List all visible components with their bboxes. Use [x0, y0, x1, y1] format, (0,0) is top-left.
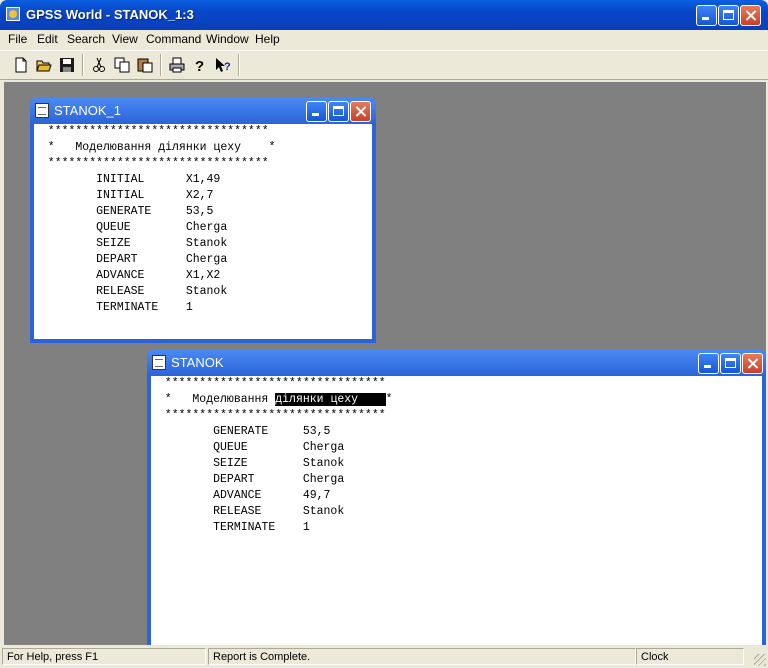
status-help-text: For Help, press F1: [2, 648, 206, 665]
status-clock: Clock: [636, 648, 744, 665]
code-text-segment: *: [385, 393, 393, 406]
code-line: TERMINATE 1: [151, 521, 310, 534]
close-button[interactable]: [742, 353, 763, 374]
code-line: TERMINATE 1: [34, 301, 193, 314]
window-title: STANOK_1: [54, 103, 121, 118]
open-icon: [36, 60, 52, 72]
code-line: ********************************: [151, 377, 386, 390]
code-editor[interactable]: ******************************** * Модел…: [34, 124, 372, 339]
toolbar-separator: [160, 54, 162, 76]
menu-command[interactable]: Command: [146, 32, 201, 46]
help-icon: ?: [195, 58, 204, 73]
window-stanok[interactable]: STANOK ******************************** …: [147, 350, 766, 645]
copy-icon: [114, 57, 130, 73]
code-line: SEIZE Stanok: [34, 237, 228, 250]
code-line: ********************************: [151, 409, 386, 422]
close-button[interactable]: [740, 5, 761, 26]
menu-window[interactable]: Window: [206, 32, 249, 46]
maximize-icon: [719, 6, 738, 25]
menu-bar: File Edit Search View Command Window Hel…: [0, 30, 768, 50]
code-line: INITIAL X1,49: [34, 173, 221, 186]
menu-view[interactable]: View: [112, 32, 138, 46]
maximize-icon: [329, 102, 348, 121]
paste-icon: [137, 58, 153, 73]
new-button[interactable]: [10, 54, 32, 76]
save-icon: [60, 58, 74, 72]
close-icon: [743, 354, 762, 373]
code-line: GENERATE 53,5: [151, 425, 331, 438]
code-line: GENERATE 53,5: [34, 205, 214, 218]
menu-search[interactable]: Search: [67, 32, 105, 46]
code-line: QUEUE Cherga: [151, 441, 345, 454]
close-icon: [351, 102, 370, 121]
status-bar: For Help, press F1 Report is Complete. C…: [0, 645, 768, 668]
code-line: ********************************: [34, 157, 269, 170]
paste-button[interactable]: [134, 54, 156, 76]
mdi-client-area: STANOK_1 *******************************…: [4, 82, 766, 645]
print-icon: [169, 57, 185, 73]
window-title: STANOK: [171, 355, 224, 370]
selected-text: ділянки цеху: [275, 393, 386, 406]
toolbar: ? ?: [0, 50, 768, 80]
open-button[interactable]: [33, 54, 55, 76]
app-icon[interactable]: [6, 7, 20, 21]
save-button[interactable]: [56, 54, 78, 76]
code-line: DEPART Cherga: [151, 473, 345, 486]
code-text-segment: * Моделювання: [151, 393, 276, 406]
minimize-button[interactable]: [698, 353, 719, 374]
context-help-button[interactable]: ?: [212, 54, 234, 76]
print-button[interactable]: [166, 54, 188, 76]
document-icon: [35, 103, 49, 118]
maximize-icon: [721, 354, 740, 373]
document-icon: [152, 355, 166, 370]
window-title-bar: STANOK_1: [30, 98, 376, 124]
code-editor[interactable]: ******************************** * Модел…: [151, 376, 762, 645]
code-line: ADVANCE X1,X2: [34, 269, 221, 282]
code-line: ADVANCE 49,7: [151, 489, 331, 502]
maximize-button[interactable]: [720, 353, 741, 374]
cut-button[interactable]: [88, 54, 110, 76]
code-line: SEIZE Stanok: [151, 457, 345, 470]
help-button[interactable]: ?: [189, 54, 211, 76]
code-line: QUEUE Cherga: [34, 221, 228, 234]
resize-grip[interactable]: [754, 654, 766, 666]
minimize-icon: [307, 102, 326, 121]
context-help-icon: ?: [216, 58, 231, 73]
code-line: INITIAL X2,7: [34, 189, 214, 202]
code-line: RELEASE Stanok: [34, 285, 228, 298]
maximize-button[interactable]: [328, 101, 349, 122]
maximize-button[interactable]: [718, 5, 739, 26]
code-text: ******************************** * Модел…: [34, 124, 372, 316]
minimize-button[interactable]: [696, 5, 717, 26]
copy-button[interactable]: [111, 54, 133, 76]
minimize-icon: [699, 354, 718, 373]
window-title-bar: STANOK: [147, 350, 766, 376]
minimize-icon: [697, 6, 716, 25]
status-report-text: Report is Complete.: [208, 648, 636, 665]
new-icon: [15, 57, 27, 73]
minimize-button[interactable]: [306, 101, 327, 122]
svg-text:?: ?: [195, 58, 204, 73]
svg-text:?: ?: [224, 61, 231, 73]
code-line: DEPART Cherga: [34, 253, 228, 266]
menu-help[interactable]: Help: [255, 32, 280, 46]
title-bar: GPSS World - STANOK_1:3: [0, 0, 768, 30]
code-text: ******************************** * Модел…: [151, 376, 762, 536]
close-button[interactable]: [350, 101, 371, 122]
toolbar-separator: [238, 54, 240, 76]
menu-file[interactable]: File: [8, 32, 27, 46]
code-line: * Моделювання ділянки цеху *: [151, 392, 762, 408]
app-window: GPSS World - STANOK_1:3 File Edit Search…: [0, 0, 768, 668]
close-icon: [741, 6, 760, 25]
code-line: * Моделювання ділянки цеху *: [34, 141, 276, 154]
cut-icon: [93, 57, 105, 72]
toolbar-separator: [82, 54, 84, 76]
code-line: ********************************: [34, 125, 269, 138]
menu-edit[interactable]: Edit: [37, 32, 58, 46]
window-stanok-1[interactable]: STANOK_1 *******************************…: [30, 98, 376, 343]
code-line: RELEASE Stanok: [151, 505, 345, 518]
app-title: GPSS World - STANOK_1:3: [26, 7, 194, 22]
